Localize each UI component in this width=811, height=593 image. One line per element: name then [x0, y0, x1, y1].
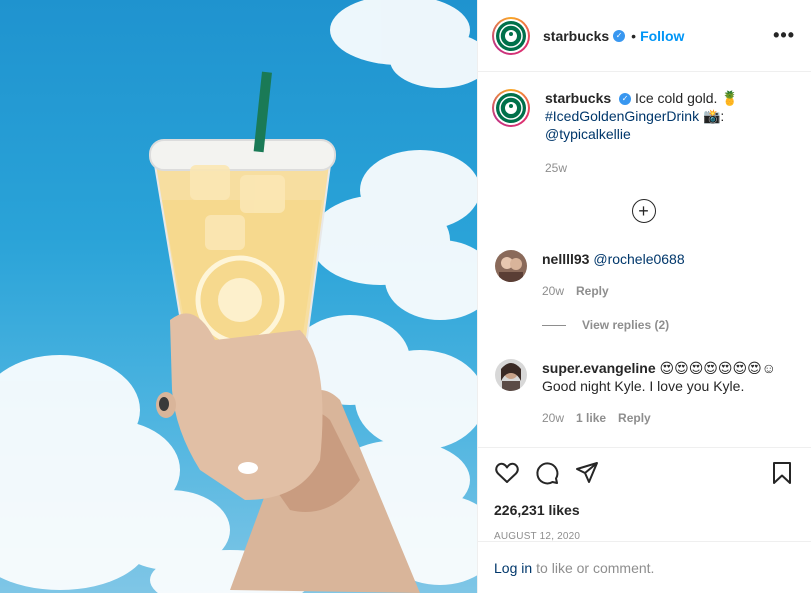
- comment-item: super.evangeline 😍😍😍😍😍😍😍☺ Good night Kyl…: [492, 359, 795, 427]
- verified-badge-icon: ✓: [619, 93, 632, 106]
- comment-username[interactable]: super.evangeline: [542, 360, 656, 376]
- plus-circle-icon[interactable]: +: [631, 199, 656, 223]
- view-replies-button[interactable]: View replies (2): [542, 318, 795, 332]
- comment-item: nellll93 @rochele0688 20w Reply: [492, 250, 795, 300]
- comments-section[interactable]: starbucks ✓ Ice cold gold. 🍍 #IcedGolden…: [478, 73, 811, 447]
- caption-avatar[interactable]: [492, 89, 530, 127]
- post-caption: starbucks ✓ Ice cold gold. 🍍 #IcedGolden…: [492, 89, 795, 177]
- more-options-icon[interactable]: •••: [773, 25, 795, 46]
- reply-button[interactable]: Reply: [618, 409, 651, 427]
- commenter-avatar[interactable]: [495, 359, 527, 391]
- profile-avatar[interactable]: [492, 16, 530, 55]
- starbucks-logo-icon: [496, 93, 526, 123]
- replies-divider: [542, 324, 566, 326]
- caption-mention[interactable]: @typicalkellie: [545, 126, 631, 142]
- reply-button[interactable]: Reply: [576, 282, 609, 300]
- comment-icon[interactable]: [534, 460, 560, 486]
- comment-mention[interactable]: @rochele0688: [593, 251, 684, 267]
- commenter-avatar[interactable]: [495, 250, 527, 282]
- follow-button[interactable]: Follow: [640, 28, 684, 44]
- caption-text: Ice cold gold. 🍍: [634, 90, 739, 106]
- post-sidebar: starbucks ✓ • Follow ••• starbucks ✓ Ice…: [477, 0, 811, 593]
- comment-time[interactable]: 20w: [542, 409, 564, 427]
- separator-dot: •: [631, 27, 637, 44]
- author-username[interactable]: starbucks: [543, 28, 609, 44]
- post-header: starbucks ✓ • Follow •••: [478, 0, 811, 72]
- heart-icon[interactable]: [494, 460, 520, 486]
- caption-credit: 📸:: [702, 108, 725, 124]
- comment-username[interactable]: nellll93: [542, 251, 589, 267]
- share-icon[interactable]: [574, 460, 600, 486]
- caption-username[interactable]: starbucks: [545, 90, 611, 106]
- iced-drink-photo: [0, 0, 477, 593]
- verified-badge-icon: ✓: [613, 29, 626, 42]
- view-replies-label[interactable]: View replies (2): [582, 318, 669, 332]
- post-actions: 226,231 likes AUGUST 12, 2020: [478, 447, 811, 542]
- comment-time[interactable]: 20w: [542, 282, 564, 300]
- load-more-comments[interactable]: +: [492, 199, 795, 223]
- likes-count[interactable]: 226,231 likes: [494, 502, 795, 518]
- caption-time[interactable]: 25w: [545, 159, 795, 177]
- login-prompt-text: to like or comment.: [536, 559, 655, 576]
- starbucks-logo-icon: [496, 20, 526, 51]
- bookmark-icon[interactable]: [769, 460, 795, 486]
- login-link[interactable]: Log in: [494, 560, 532, 576]
- comment-likes[interactable]: 1 like: [576, 409, 606, 427]
- login-prompt: Log in to like or comment.: [478, 541, 811, 593]
- post-photo[interactable]: [0, 0, 477, 593]
- caption-hashtag[interactable]: #IcedGoldenGingerDrink: [545, 108, 699, 124]
